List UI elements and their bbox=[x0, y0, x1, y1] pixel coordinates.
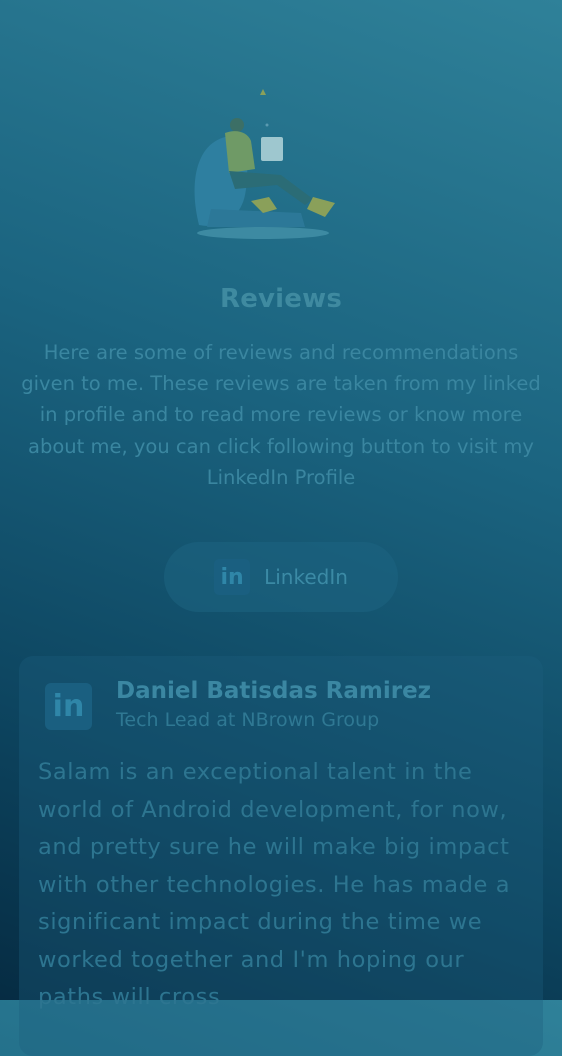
linkedin-button-label: LinkedIn bbox=[264, 565, 348, 589]
reviewer-role: Tech Lead at NBrown Group bbox=[116, 709, 380, 731]
review-text: Salam is an exceptional talent in the wo… bbox=[38, 759, 511, 1010]
section-title: Reviews bbox=[219, 284, 343, 314]
linkedin-icon: in bbox=[45, 683, 92, 730]
reviewer-name: Daniel Batisdas Ramirez bbox=[116, 678, 432, 704]
section-intro-text: Here are some of reviews and recommendat… bbox=[21, 341, 541, 489]
review-card: in Daniel Batisdas Ramirez Tech Lead at … bbox=[19, 656, 543, 1056]
reviews-illustration bbox=[185, 85, 345, 245]
linkedin-icon: in bbox=[214, 559, 251, 595]
person-reading-illustration-icon bbox=[194, 89, 335, 239]
linkedin-profile-button[interactable]: in LinkedIn bbox=[164, 542, 398, 612]
